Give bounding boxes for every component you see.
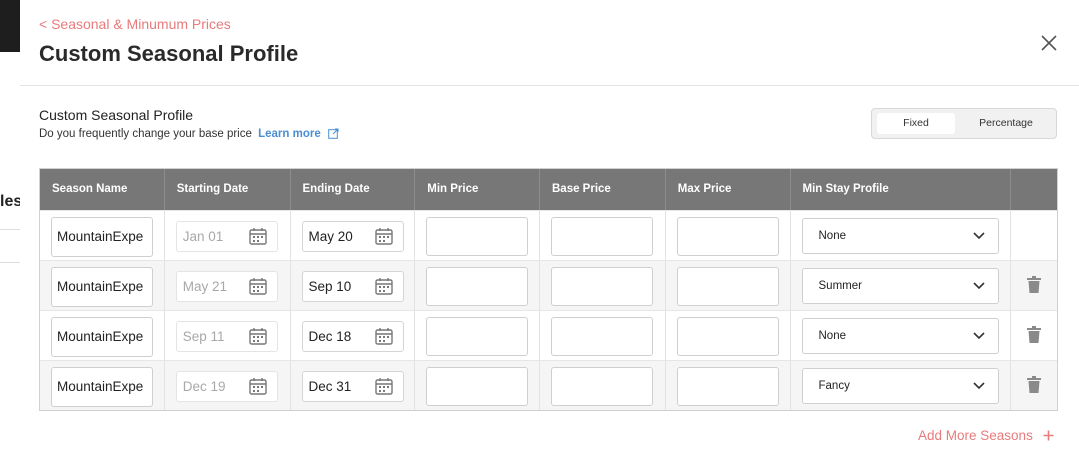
calendar-icon (249, 228, 267, 245)
min-price-input[interactable] (426, 367, 529, 406)
start-date-value: Jan 01 (182, 229, 224, 244)
column-header (1011, 169, 1057, 210)
trash-icon[interactable] (1026, 276, 1042, 294)
start-date-value: Sep 11 (182, 329, 225, 344)
calendar-icon[interactable] (374, 376, 394, 396)
end-date-value: Dec 31 (308, 379, 352, 394)
column-header: Starting Date (165, 169, 291, 210)
select-value: None (818, 330, 847, 342)
base-price-input[interactable] (551, 317, 653, 356)
section-subtitle: Do you frequently change your base price… (39, 128, 339, 140)
add-more-seasons-button[interactable]: Add More Seasons (918, 428, 1054, 443)
calendar-icon[interactable] (374, 226, 394, 246)
max-price-input[interactable] (676, 217, 779, 256)
chevron-down-icon (972, 332, 985, 340)
start-date-input: Dec 19 (175, 371, 278, 402)
min-price-input[interactable] (426, 217, 529, 256)
min-price-input[interactable] (426, 267, 529, 306)
price-type-toggle: Fixed Percentage (871, 108, 1057, 139)
subtitle-text: Do you frequently change your base price (39, 128, 252, 140)
calendar-icon[interactable] (374, 276, 394, 296)
min-price-input[interactable] (426, 317, 529, 356)
select-value: Fancy (818, 380, 850, 392)
start-date-value: Dec 19 (182, 379, 226, 394)
external-link-icon[interactable] (328, 128, 339, 139)
learn-more-link[interactable]: Learn more (258, 128, 321, 140)
calendar-icon (249, 278, 267, 295)
toggle-option-percentage[interactable]: Percentage (960, 113, 1052, 134)
start-date-input: Sep 11 (175, 321, 278, 352)
page-title: Custom Seasonal Profile (39, 41, 299, 66)
column-header: Min Stay Profile (791, 169, 1012, 210)
modal-header: < Seasonal & Minumum Prices Custom Seaso… (20, 0, 1079, 86)
calendar-icon[interactable] (374, 326, 394, 346)
start-date-value: May 21 (182, 279, 228, 294)
trash-icon[interactable] (1026, 326, 1042, 344)
table-row: MountainExpe Sep 11 Dec 18 None (40, 310, 1057, 360)
min-stay-profile-select[interactable]: None (801, 318, 999, 354)
table-row: MountainExpe May 21 Sep 10 Summer (40, 260, 1057, 310)
max-price-input[interactable] (676, 367, 779, 406)
seasons-table: Season Name Starting Date Ending Date Mi… (39, 168, 1058, 411)
trash-icon[interactable] (1026, 376, 1042, 394)
close-icon[interactable] (1039, 33, 1059, 53)
background-app: les (0, 0, 20, 463)
calendar-icon (249, 378, 267, 395)
section-title: Custom Seasonal Profile (39, 107, 194, 123)
season-name-input[interactable]: MountainExpe (51, 367, 153, 407)
column-header: Min Price (415, 169, 540, 210)
column-header: Ending Date (291, 169, 416, 210)
modal-dialog: < Seasonal & Minumum Prices Custom Seaso… (20, 0, 1079, 463)
min-stay-profile-select[interactable]: Summer (801, 268, 999, 304)
chevron-down-icon (972, 282, 985, 290)
chevron-down-icon (972, 232, 985, 240)
end-date-input[interactable]: Dec 18 (301, 321, 404, 352)
season-name-input[interactable]: MountainExpe (51, 217, 153, 257)
end-date-input[interactable]: Sep 10 (301, 271, 404, 302)
plus-icon (1043, 430, 1054, 441)
background-divider (0, 262, 20, 263)
back-link[interactable]: < Seasonal & Minumum Prices (39, 16, 231, 32)
base-price-input[interactable] (551, 367, 653, 406)
end-date-input[interactable]: May 20 (301, 221, 404, 252)
table-row: MountainExpe Jan 01 May 20 None (40, 210, 1057, 260)
chevron-down-icon (972, 382, 985, 390)
column-header: Max Price (666, 169, 791, 210)
base-price-input[interactable] (551, 217, 653, 256)
background-divider (0, 229, 20, 230)
start-date-input: May 21 (175, 271, 278, 302)
season-name-input[interactable]: MountainExpe (51, 267, 153, 307)
column-header: Season Name (40, 169, 165, 210)
select-value: None (818, 230, 847, 242)
table-row: MountainExpe Dec 19 Dec 31 Fancy (40, 360, 1057, 410)
end-date-value: Dec 18 (308, 329, 352, 344)
min-stay-profile-select[interactable]: None (801, 218, 999, 254)
season-name-input[interactable]: MountainExpe (51, 317, 153, 357)
table-header: Season Name Starting Date Ending Date Mi… (40, 169, 1057, 210)
end-date-value: May 20 (308, 229, 353, 244)
toggle-option-fixed[interactable]: Fixed (877, 113, 955, 134)
end-date-value: Sep 10 (308, 279, 352, 294)
column-header: Base Price (540, 169, 666, 210)
background-topbar (0, 0, 20, 52)
start-date-input: Jan 01 (175, 221, 278, 252)
max-price-input[interactable] (676, 267, 779, 306)
end-date-input[interactable]: Dec 31 (301, 371, 404, 402)
add-more-label: Add More Seasons (918, 428, 1033, 443)
background-text: les (0, 193, 20, 210)
calendar-icon (249, 328, 267, 345)
select-value: Summer (818, 280, 862, 292)
base-price-input[interactable] (551, 267, 653, 306)
max-price-input[interactable] (676, 317, 779, 356)
min-stay-profile-select[interactable]: Fancy (801, 368, 999, 404)
